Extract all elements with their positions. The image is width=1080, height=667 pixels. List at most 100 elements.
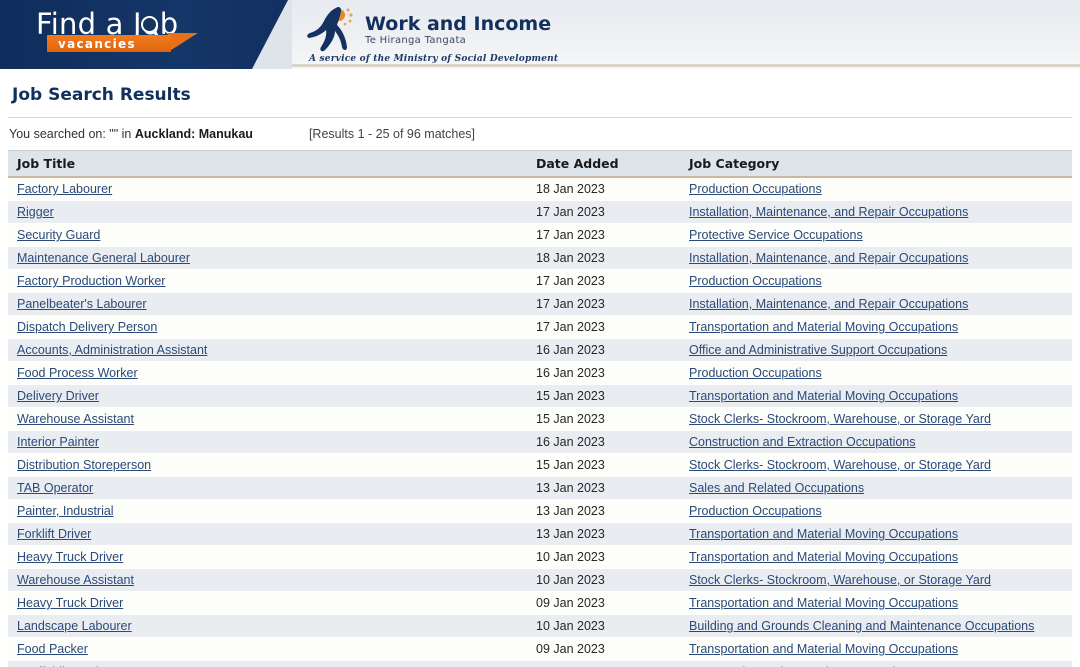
job-category-link[interactable]: Office and Administrative Support Occupa…	[689, 343, 947, 357]
table-row: Heavy Truck Driver 09 Jan 2023 Transportat…	[8, 591, 1072, 615]
job-category-link[interactable]: Transportation and Material Moving Occup…	[689, 550, 958, 564]
job-category-link[interactable]: Sales and Related Occupations	[689, 481, 864, 495]
running-figure-icon	[307, 6, 353, 52]
find-a-job-logo[interactable]: Find a Job vacancies	[36, 6, 236, 62]
job-category-link[interactable]: Transportation and Material Moving Occup…	[689, 642, 958, 656]
job-title-link[interactable]: Warehouse Assistant	[17, 573, 134, 587]
table-row: Warehouse Assistant 15 Jan 2023 Stock Cler…	[8, 407, 1072, 431]
job-category-link[interactable]: Production Occupations	[689, 182, 822, 196]
cell-date-added: 17 Jan 2023	[527, 292, 680, 316]
cell-date-added: 09 Jan 2023	[527, 591, 680, 615]
cell-job-title: Factory Production Worker	[8, 269, 527, 293]
cell-job-category: Construction and Extraction Occupations	[680, 430, 1072, 454]
work-and-income-text: Work and Income Te Hiranga Tangata	[365, 14, 551, 46]
job-title-link[interactable]: Painter, Industrial	[17, 504, 114, 518]
job-title-link[interactable]: Interior Painter	[17, 435, 99, 449]
cell-date-added: 17 Jan 2023	[527, 200, 680, 224]
cell-job-category: Sales and Related Occupations	[680, 476, 1072, 500]
cell-job-title: Interior Painter	[8, 430, 527, 454]
cell-job-title: Rigger	[8, 200, 527, 224]
job-category-link[interactable]: Transportation and Material Moving Occup…	[689, 320, 958, 334]
cell-job-category: Installation, Maintenance, and Repair Oc…	[680, 246, 1072, 270]
job-category-link[interactable]: Production Occupations	[689, 504, 822, 518]
cell-job-title: Painter, Industrial	[8, 499, 527, 523]
job-category-link[interactable]: Installation, Maintenance, and Repair Oc…	[689, 297, 968, 311]
cell-date-added: 09 Jan 2023	[527, 660, 680, 667]
job-title-link[interactable]: Food Packer	[17, 642, 88, 656]
table-row: Heavy Truck Driver 10 Jan 2023 Transportat…	[8, 545, 1072, 569]
job-category-link[interactable]: Production Occupations	[689, 366, 822, 380]
table-row: Painter, Industrial 13 Jan 2023 Production…	[8, 499, 1072, 523]
job-category-link[interactable]: Installation, Maintenance, and Repair Oc…	[689, 251, 968, 265]
cell-job-category: Transportation and Material Moving Occup…	[680, 315, 1072, 339]
cell-job-category: Production Occupations	[680, 361, 1072, 385]
cell-date-added: 16 Jan 2023	[527, 361, 680, 385]
table-body: Factory Labourer 18 Jan 2023 Production Oc…	[8, 177, 1072, 667]
table-row: Distribution Storeperson 15 Jan 2023 Stock…	[8, 453, 1072, 477]
cell-job-category: Transportation and Material Moving Occup…	[680, 545, 1072, 569]
job-title-link[interactable]: Panelbeater's Labourer	[17, 297, 147, 311]
job-title-link[interactable]: Factory Labourer	[17, 182, 112, 196]
work-and-income-maori-name: Te Hiranga Tangata	[365, 35, 467, 46]
job-title-link[interactable]: Accounts, Administration Assistant	[17, 343, 207, 357]
cell-job-category: Office and Administrative Support Occupa…	[680, 338, 1072, 362]
cell-job-title: Panelbeater's Labourer	[8, 292, 527, 316]
job-title-link[interactable]: Maintenance General Labourer	[17, 251, 190, 265]
cell-job-category: Stock Clerks- Stockroom, Warehouse, or S…	[680, 568, 1072, 592]
search-summary: You searched on: "" in Auckland: Manukau…	[9, 127, 1080, 141]
cell-job-title: Security Guard	[8, 223, 527, 247]
table-row: TAB Operator 13 Jan 2023 Sales and Related…	[8, 476, 1072, 500]
job-title-link[interactable]: Food Process Worker	[17, 366, 138, 380]
job-title-link[interactable]: Heavy Truck Driver	[17, 596, 123, 610]
cell-date-added: 10 Jan 2023	[527, 545, 680, 569]
cell-date-added: 17 Jan 2023	[527, 315, 680, 339]
table-header-row: Job Title Date Added Job Category	[8, 150, 1072, 178]
job-category-link[interactable]: Transportation and Material Moving Occup…	[689, 596, 958, 610]
job-title-link[interactable]: Rigger	[17, 205, 54, 219]
ribbon-tail-shape	[168, 33, 198, 52]
job-title-link[interactable]: TAB Operator	[17, 481, 93, 495]
cell-date-added: 15 Jan 2023	[527, 453, 680, 477]
table-row: Factory Labourer 18 Jan 2023 Production Oc…	[8, 177, 1072, 201]
cell-job-title: Delivery Driver	[8, 384, 527, 408]
table-row: Panelbeater's Labourer 17 Jan 2023 Install…	[8, 292, 1072, 316]
job-title-link[interactable]: Warehouse Assistant	[17, 412, 134, 426]
job-category-link[interactable]: Construction and Extraction Occupations	[689, 435, 916, 449]
cell-job-title: Dispatch Delivery Person	[8, 315, 527, 339]
cell-job-title: Heavy Truck Driver	[8, 545, 527, 569]
job-title-link[interactable]: Heavy Truck Driver	[17, 550, 123, 564]
table-row: Maintenance General Labourer 18 Jan 2023 I…	[8, 246, 1072, 270]
column-header-job-category[interactable]: Job Category	[680, 150, 1072, 178]
column-header-job-title[interactable]: Job Title	[8, 150, 527, 178]
column-header-date-added[interactable]: Date Added	[527, 150, 680, 178]
job-category-link[interactable]: Stock Clerks- Stockroom, Warehouse, or S…	[689, 412, 991, 426]
job-category-link[interactable]: Building and Grounds Cleaning and Mainte…	[689, 619, 1034, 633]
job-title-link[interactable]: Distribution Storeperson	[17, 458, 151, 472]
table-header: Job Title Date Added Job Category	[8, 150, 1072, 178]
cell-job-title: Food Packer	[8, 637, 527, 661]
work-and-income-logo[interactable]: Work and Income Te Hiranga Tangata A ser…	[305, 4, 605, 66]
job-title-link[interactable]: Delivery Driver	[17, 389, 99, 403]
table-row: Factory Production Worker 17 Jan 2023 Prod…	[8, 269, 1072, 293]
cell-date-added: 18 Jan 2023	[527, 177, 680, 201]
job-title-link[interactable]: Forklift Driver	[17, 527, 91, 541]
job-category-link[interactable]: Protective Service Occupations	[689, 228, 863, 242]
job-title-link[interactable]: Landscape Labourer	[17, 619, 132, 633]
job-category-link[interactable]: Stock Clerks- Stockroom, Warehouse, or S…	[689, 458, 991, 472]
cell-job-category: Installation, Maintenance, and Repair Oc…	[680, 200, 1072, 224]
cell-date-added: 15 Jan 2023	[527, 384, 680, 408]
cell-job-category: Construction and Extraction Occupations	[680, 660, 1072, 667]
job-title-link[interactable]: Dispatch Delivery Person	[17, 320, 157, 334]
table-row: Food Packer 09 Jan 2023 Transportation and…	[8, 637, 1072, 661]
job-category-link[interactable]: Transportation and Material Moving Occup…	[689, 389, 958, 403]
job-category-link[interactable]: Transportation and Material Moving Occup…	[689, 527, 958, 541]
job-category-link[interactable]: Stock Clerks- Stockroom, Warehouse, or S…	[689, 573, 991, 587]
job-title-link[interactable]: Factory Production Worker	[17, 274, 165, 288]
cell-date-added: 13 Jan 2023	[527, 522, 680, 546]
job-title-link[interactable]: Security Guard	[17, 228, 100, 242]
cell-date-added: 15 Jan 2023	[527, 407, 680, 431]
cell-date-added: 13 Jan 2023	[527, 499, 680, 523]
job-category-link[interactable]: Production Occupations	[689, 274, 822, 288]
cell-job-category: Transportation and Material Moving Occup…	[680, 591, 1072, 615]
job-category-link[interactable]: Installation, Maintenance, and Repair Oc…	[689, 205, 968, 219]
